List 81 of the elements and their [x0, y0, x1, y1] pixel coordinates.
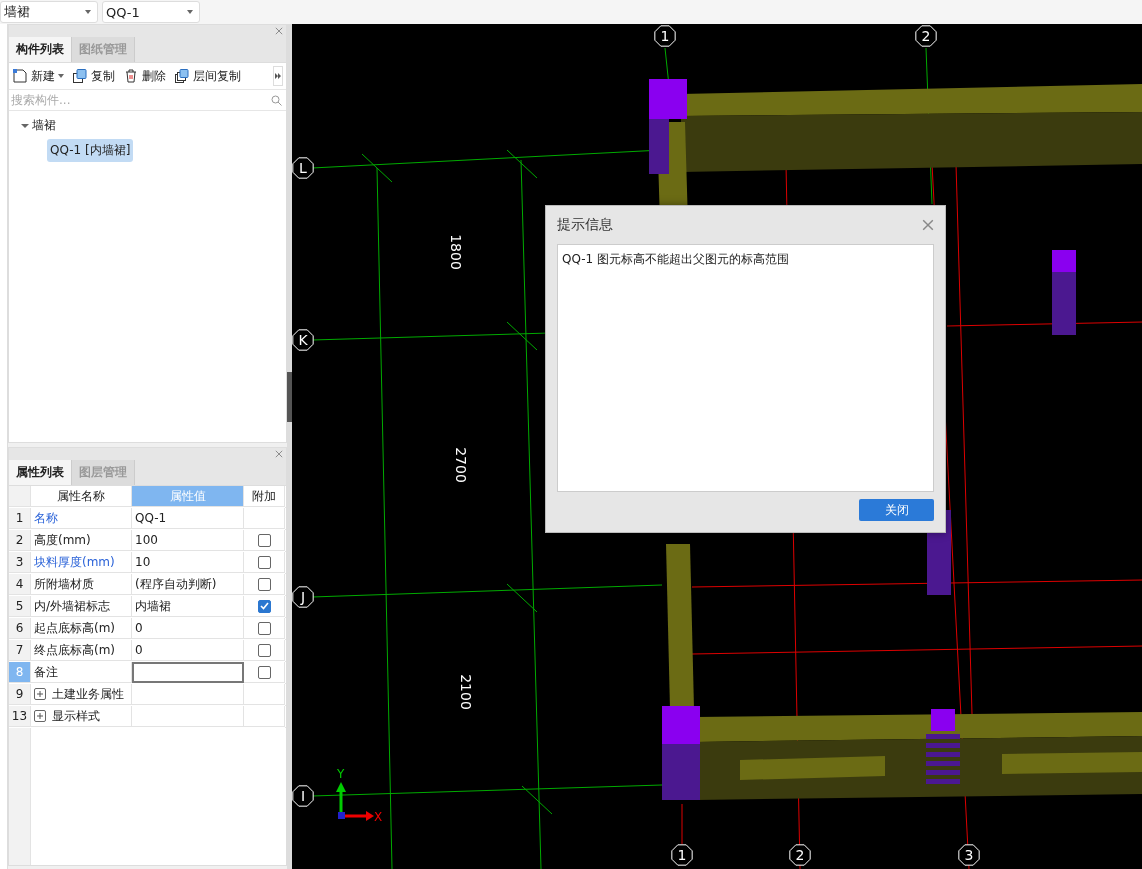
dropdown[interactable]: 墙裙 — [0, 1, 98, 23]
tree-item[interactable]: QQ-1 [内墙裙] — [47, 139, 134, 162]
checkbox[interactable] — [257, 577, 271, 591]
property-value[interactable]: 10 — [132, 552, 244, 573]
row-number: 4 — [9, 574, 31, 595]
checkbox[interactable] — [257, 621, 271, 635]
tab[interactable]: 构件列表 — [9, 37, 72, 62]
axis-label: Y — [337, 767, 345, 781]
property-name: 高度(mm) — [34, 531, 91, 549]
checkbox[interactable] — [257, 599, 271, 613]
column-header: 附加 — [244, 486, 285, 507]
copy-icon — [72, 68, 88, 84]
dropdown[interactable]: QQ-1 — [102, 1, 200, 23]
property-value[interactable]: 内墙裙 — [132, 596, 244, 617]
row-number: 8 — [9, 662, 31, 683]
grid-axis-label: I — [292, 785, 314, 807]
expand-plus-icon[interactable] — [34, 688, 46, 700]
property-value[interactable]: 0 — [132, 640, 244, 661]
grid-axis-label: 2 — [789, 844, 811, 866]
property-name: 内/外墙裙标志 — [34, 597, 111, 615]
dimension-label: 2700 — [453, 447, 469, 483]
double-arrow-icon — [275, 73, 281, 79]
property-value[interactable]: 0 — [132, 618, 244, 639]
column-header: 属性值 — [132, 486, 244, 507]
dialog-title: 提示信息 — [557, 216, 613, 234]
more-button[interactable] — [273, 66, 283, 86]
close-icon[interactable] — [922, 219, 934, 231]
message-text: QQ-1 图元标高不能超出父图元的标高范围 — [557, 244, 934, 492]
value-input[interactable] — [132, 662, 244, 683]
grid-axis-label: L — [292, 157, 314, 179]
grid-axis-label: 3 — [958, 844, 980, 866]
close-button[interactable]: 关闭 — [859, 499, 934, 521]
new-document-icon — [12, 68, 28, 84]
toolbar-button[interactable]: 新建 — [12, 67, 64, 85]
row-number: 6 — [9, 618, 31, 639]
group-row-label[interactable]: 显示样式 — [52, 707, 100, 725]
row-number: 7 — [9, 640, 31, 661]
axis-label: X — [374, 810, 383, 824]
grid-axis-label: 1 — [671, 844, 693, 866]
grid-axis-label: 2 — [915, 25, 937, 47]
checkbox[interactable] — [257, 643, 271, 657]
layered-copy-icon — [174, 68, 190, 84]
toolbar-button[interactable]: 复制 — [72, 67, 115, 85]
y-axis-arrow-icon — [336, 782, 346, 814]
toolbar-button[interactable]: 层间复制 — [174, 67, 241, 85]
row-number: 1 — [9, 508, 31, 529]
column-header: 属性名称 — [31, 486, 132, 507]
close-icon[interactable] — [275, 27, 283, 35]
property-value[interactable]: 100 — [132, 530, 244, 551]
property-name: 名称 — [34, 509, 58, 527]
row-number: 3 — [9, 552, 31, 573]
search-icon — [271, 94, 282, 106]
dimension-label: 2100 — [458, 674, 474, 710]
checkbox[interactable] — [257, 533, 271, 547]
row-number: 5 — [9, 596, 31, 617]
search-field[interactable]: 搜索构件... — [11, 93, 271, 107]
grid-axis-label: 1 — [654, 25, 676, 47]
property-name: 备注 — [34, 663, 58, 681]
trash-icon — [123, 68, 139, 84]
toolbar-button[interactable]: 删除 — [123, 67, 166, 85]
grid-axis-label: J — [292, 586, 314, 608]
property-name: 块料厚度(mm) — [34, 553, 115, 571]
property-value[interactable]: QQ-1 — [132, 508, 244, 529]
splitter-handle[interactable] — [287, 371, 292, 422]
close-icon[interactable] — [275, 450, 283, 458]
grid-axis-label: K — [292, 329, 314, 351]
row-number: 2 — [9, 530, 31, 551]
x-axis-arrow-icon — [338, 811, 374, 821]
row-number: 9 — [9, 684, 31, 705]
checkbox[interactable] — [257, 665, 271, 679]
collapse-arrow-icon[interactable] — [21, 121, 29, 130]
dimension-label: 1800 — [448, 234, 464, 270]
checkbox[interactable] — [257, 555, 271, 569]
expand-plus-icon[interactable] — [34, 710, 46, 722]
property-name: 起点底标高(m) — [34, 619, 116, 637]
tree-item[interactable]: 墙裙 — [32, 117, 56, 134]
tab[interactable]: 属性列表 — [9, 460, 72, 485]
row-number: 13 — [9, 706, 31, 727]
property-name: 所附墙材质 — [34, 575, 94, 593]
property-value[interactable]: (程序自动判断) — [132, 574, 244, 595]
property-name: 终点底标高(m) — [34, 641, 116, 659]
